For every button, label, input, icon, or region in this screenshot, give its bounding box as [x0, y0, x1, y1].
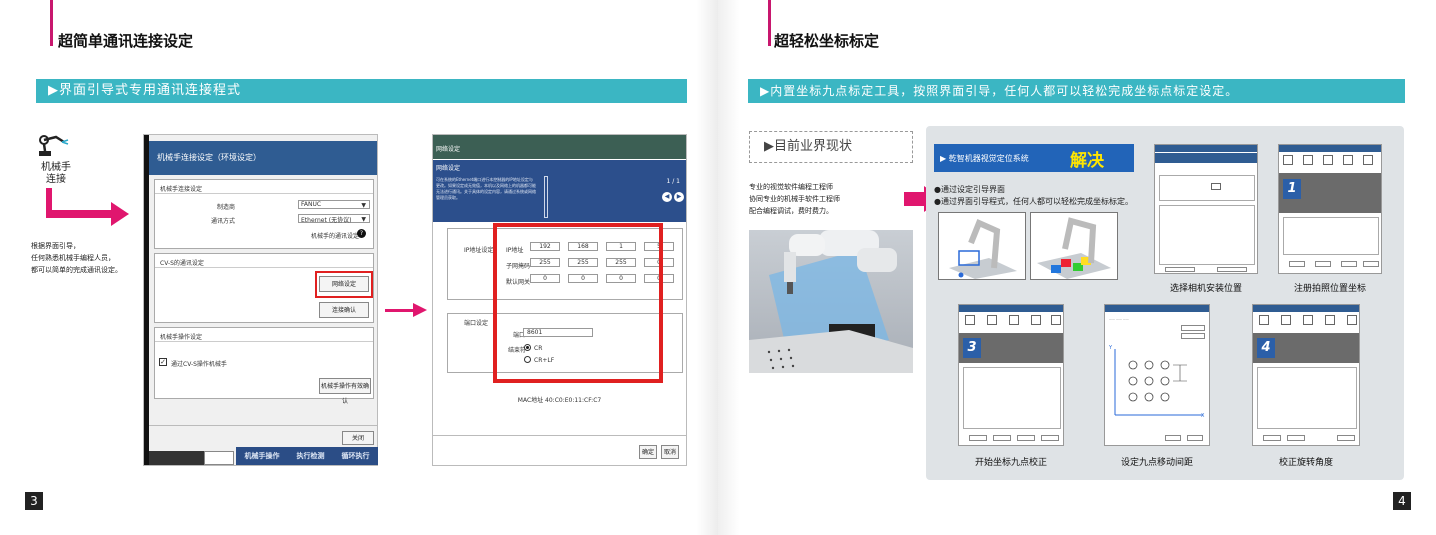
- caption-nine-point-start: 开始坐标九点校正: [974, 458, 1047, 468]
- grid-y-label: Y: [1109, 345, 1113, 351]
- chevron-down-icon: ▼: [361, 202, 366, 209]
- camera-position-screenshot: [1154, 144, 1258, 274]
- caption-rotation-angle: 校正旋转角度: [1278, 458, 1333, 468]
- nine-point-start-screenshot: 3: [958, 304, 1064, 446]
- network-window-title: 网络设定: [433, 135, 686, 159]
- prev-page-icon[interactable]: ◀: [662, 192, 672, 202]
- comm-method-select[interactable]: Ethernet (无协议) ▼: [298, 214, 370, 224]
- robot-connection-window: 机械手连接设定（环境设定） 机械手连接设定 制造商 FANUC ▼ 通讯方式 Et…: [143, 134, 378, 466]
- step-number: 3: [963, 338, 981, 358]
- camera-mount-fixed-image: [938, 212, 1026, 280]
- window-scrollbar[interactable]: [144, 135, 149, 465]
- solution-header: ▶ 乾智机器视觉定位系统 解决: [934, 144, 1134, 172]
- industry-status-text: 专业的视觉软件编程工程师 协同专业的机械手软件工程师 配合编程调试，费时费力。: [749, 183, 840, 215]
- window-title: 机械手连接设定（环境设定）: [149, 141, 377, 175]
- right-banner: ▶内置坐标九点标定工具，按照界面引导，任何人都可以轻松完成坐标点标定设定。: [748, 79, 1405, 103]
- operation-enable-button[interactable]: 机械手操作有效确认: [319, 378, 371, 405]
- nine-point-spacing-screenshot: —— —— —— X Y: [1104, 304, 1210, 446]
- solution-panel: ▶ 乾智机器视觉定位系统 解决 ●通过设定引导界面 ●通过界面引导程式，任何人都…: [926, 126, 1404, 480]
- camera-mount-arm-image: [1030, 212, 1118, 280]
- page-number-right: 4: [1393, 492, 1411, 510]
- solution-arrow-icon: [904, 192, 926, 206]
- left-banner: ▶界面引导式专用通讯连接程式: [36, 79, 687, 103]
- step-number: 1: [1283, 179, 1301, 199]
- left-page: 超简单通讯连接设定 ▶界面引导式专用通讯连接程式 机械手 连接 根据界面引导， …: [0, 0, 718, 535]
- bottom-action-bar: 机械手操作 执行检测 循环执行: [236, 447, 378, 465]
- network-setting-button[interactable]: 网络设定: [319, 276, 369, 292]
- caption-register-position: 注册拍照位置坐标: [1293, 284, 1366, 294]
- robot-connection-group: 机械手连接设定 制造商 FANUC ▼ 通讯方式 Ethernet (无协议) ▼ …: [154, 179, 374, 249]
- chevron-down-icon: ▼: [361, 216, 366, 223]
- connection-confirm-button[interactable]: 连接确认: [319, 302, 369, 318]
- mac-address: MAC地址 40:C0:E0:11:CF:C7: [517, 397, 602, 404]
- settings-highlight-frame: [493, 223, 663, 383]
- close-button[interactable]: 关闭: [342, 431, 374, 445]
- industry-status-box: ▶目前业界现状: [749, 131, 913, 163]
- robot-connect-label: 机械手 连接: [41, 162, 71, 185]
- loop-run-tab[interactable]: 循环执行: [342, 451, 370, 461]
- rotation-angle-screenshot: 4: [1252, 304, 1360, 446]
- network-notice: 可在系统的Ethernet端口进行本控制器的IP地址设定与更改。如果设定成无效值…: [436, 177, 536, 200]
- comm-setting-link[interactable]: 机械手的通讯设定: [311, 231, 359, 240]
- run-detection-tab[interactable]: 执行检测: [297, 451, 325, 461]
- cvs-comm-group: CV-S的通讯设定 网络设定 连接确认: [154, 253, 374, 323]
- title-accent-bar: [50, 0, 53, 46]
- operate-checkbox[interactable]: ✓: [159, 358, 167, 366]
- maker-select[interactable]: FANUC ▼: [298, 200, 370, 209]
- left-description: 根据界面引导， 任何熟悉机械手编程人员， 都可以简单的完成通讯设定。: [31, 242, 122, 274]
- robot-operation-group: 机械手操作设定 ✓ 通过CV-S操作机械手 机械手操作有效确认: [154, 327, 374, 405]
- right-section-title: 超轻松坐标标定: [774, 32, 880, 50]
- ok-button[interactable]: 确定: [639, 445, 657, 459]
- robot-camera-image: [749, 230, 913, 373]
- robot-operation-tab[interactable]: 机械手操作: [245, 451, 280, 461]
- robot-arm-icon: [38, 134, 70, 158]
- help-icon[interactable]: ?: [357, 229, 366, 238]
- page-number-left: 3: [25, 492, 43, 510]
- register-position-screenshot: 1: [1278, 144, 1382, 274]
- caption-nine-point-spacing: 设定九点移动间距: [1120, 458, 1193, 468]
- grid-x-label: X: [1201, 413, 1205, 419]
- network-setting-window: 网络设定 网络设定 可在系统的Ethernet端口进行本控制器的IP地址设定与更…: [432, 134, 687, 466]
- flow-arrow-icon: [385, 309, 415, 312]
- right-page: 超轻松坐标标定 ▶内置坐标九点标定工具，按照界面引导，任何人都可以轻松完成坐标点…: [718, 0, 1436, 535]
- next-page-icon[interactable]: ▶: [674, 192, 684, 202]
- caption-camera-position: 选择相机安装位置: [1169, 284, 1242, 294]
- title-accent-bar: [768, 0, 771, 46]
- cancel-button[interactable]: 取消: [661, 445, 679, 459]
- step-number: 4: [1257, 338, 1275, 358]
- left-section-title: 超简单通讯连接设定: [58, 32, 194, 50]
